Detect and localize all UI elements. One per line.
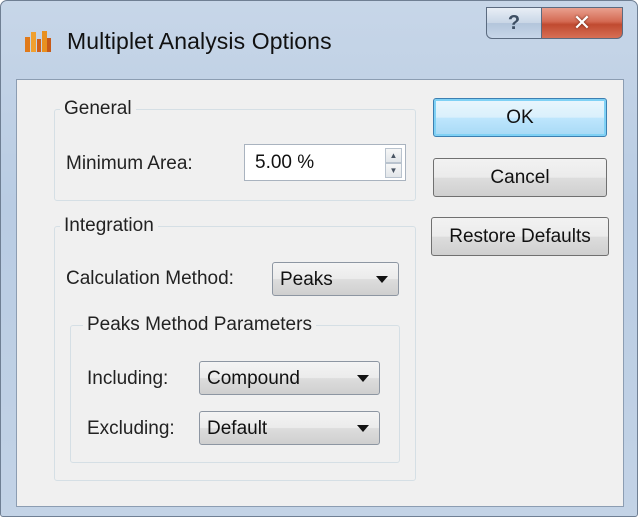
calculation-method-label: Calculation Method: — [66, 268, 234, 289]
calculation-method-dropdown[interactable]: Peaks — [272, 262, 399, 296]
dialog-client-area: General Minimum Area: 5.00 % ▲ ▼ Integra… — [16, 79, 624, 507]
excluding-dropdown[interactable]: Default — [199, 411, 380, 445]
multiplet-app-icon — [24, 29, 52, 53]
minimum-area-spinbox[interactable]: 5.00 % ▲ ▼ — [244, 144, 406, 181]
calculation-method-value: Peaks — [280, 269, 333, 290]
minimum-area-label: Minimum Area: — [66, 153, 193, 174]
ok-button[interactable]: OK — [433, 98, 607, 137]
dialog-window: Multiplet Analysis Options ? ✕ General M… — [0, 0, 638, 517]
close-button[interactable]: ✕ — [541, 7, 623, 39]
help-button[interactable]: ? — [486, 7, 542, 39]
excluding-value: Default — [207, 418, 268, 439]
window-title: Multiplet Analysis Options — [67, 28, 332, 54]
help-icon: ? — [507, 11, 521, 34]
title-bar[interactable]: Multiplet Analysis Options ? ✕ — [1, 1, 637, 79]
close-icon: ✕ — [572, 10, 592, 35]
peaks-method-group-label: Peaks Method Parameters — [83, 314, 316, 336]
excluding-label: Excluding: — [87, 418, 175, 439]
spin-up-button[interactable]: ▲ — [385, 148, 402, 163]
including-value: Compound — [207, 368, 300, 389]
spin-down-button[interactable]: ▼ — [385, 163, 402, 178]
minimum-area-value: 5.00 % — [255, 152, 315, 173]
integration-group-label: Integration — [60, 215, 158, 237]
including-label: Including: — [87, 368, 169, 389]
including-dropdown[interactable]: Compound — [199, 361, 380, 395]
chevron-up-icon: ▲ — [389, 150, 398, 160]
cancel-button[interactable]: Cancel — [433, 158, 607, 197]
dropdown-arrow-icon — [376, 276, 388, 283]
restore-defaults-button[interactable]: Restore Defaults — [431, 217, 609, 256]
chevron-down-icon: ▼ — [389, 165, 398, 175]
general-group-label: General — [60, 98, 136, 120]
dropdown-arrow-icon — [357, 375, 369, 382]
dropdown-arrow-icon — [357, 425, 369, 432]
